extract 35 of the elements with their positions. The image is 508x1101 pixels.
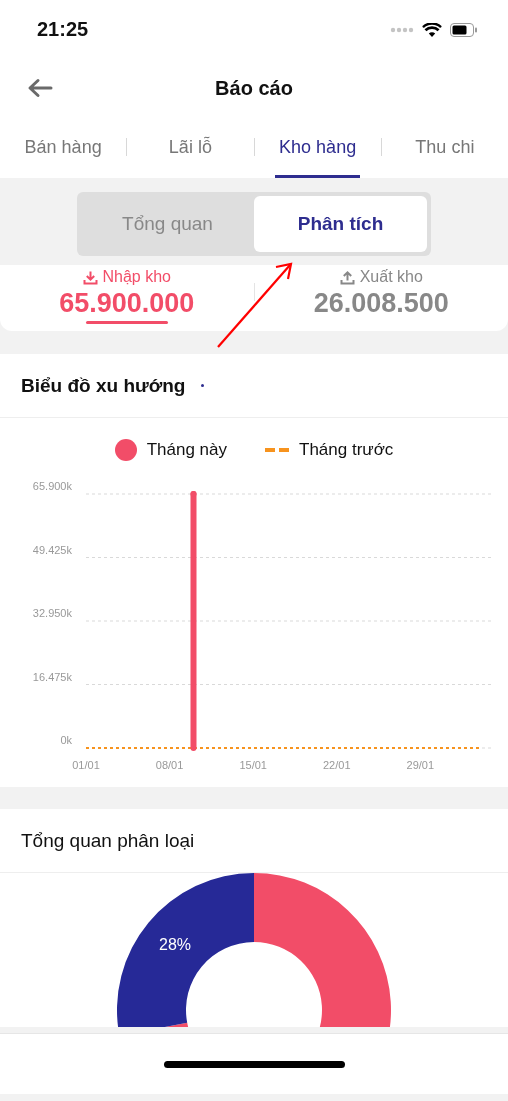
dot-icon (201, 384, 205, 387)
battery-icon (450, 23, 478, 37)
back-arrow-icon[interactable] (27, 78, 53, 98)
x-axis-label: 29/01 (406, 759, 435, 771)
summary-label[interactable]: Nhập kho (82, 268, 171, 286)
report-tab[interactable]: Kho hàng (275, 116, 361, 178)
signal-icon (390, 27, 414, 33)
x-axis-label: 15/01 (239, 759, 267, 771)
segment-tab[interactable]: Phân tích (254, 195, 427, 252)
y-axis-label: 65.900k (32, 480, 72, 492)
y-axis-label: 16.475k (32, 670, 72, 683)
data-point (190, 491, 197, 497)
report-tab[interactable]: Lãi lỗ (164, 116, 216, 178)
report-tab[interactable]: Thu chi (411, 116, 479, 178)
x-axis-label: 01/01 (72, 759, 100, 771)
summary-label[interactable]: Xuất kho (339, 268, 423, 286)
segment-tab[interactable]: Tổng quan (81, 195, 254, 252)
slice-label: 28% (159, 935, 192, 953)
y-axis-label: 32.950k (32, 607, 72, 619)
report-tab[interactable]: Bán hàng (20, 116, 106, 178)
section-title: Tổng quan phân loại (21, 829, 195, 852)
summary-value: 65.900.000 (59, 288, 195, 319)
summary-value: 26.008.500 (313, 288, 449, 319)
section-title: Biểu đồ xu hướng (21, 374, 186, 397)
status-time: 21:25 (37, 17, 89, 41)
x-axis-label: 22/01 (323, 759, 351, 771)
y-axis-label: 49.425k (32, 543, 72, 556)
upload-icon (339, 269, 355, 285)
page-title: Báo cáo (215, 76, 293, 100)
legend-label: Tháng trước (299, 440, 394, 460)
legend-label: Tháng này (146, 440, 227, 460)
x-axis-label: 08/01 (155, 759, 184, 771)
y-axis-label: 0k (60, 734, 72, 746)
wifi-icon (422, 22, 442, 38)
download-icon (82, 269, 98, 285)
